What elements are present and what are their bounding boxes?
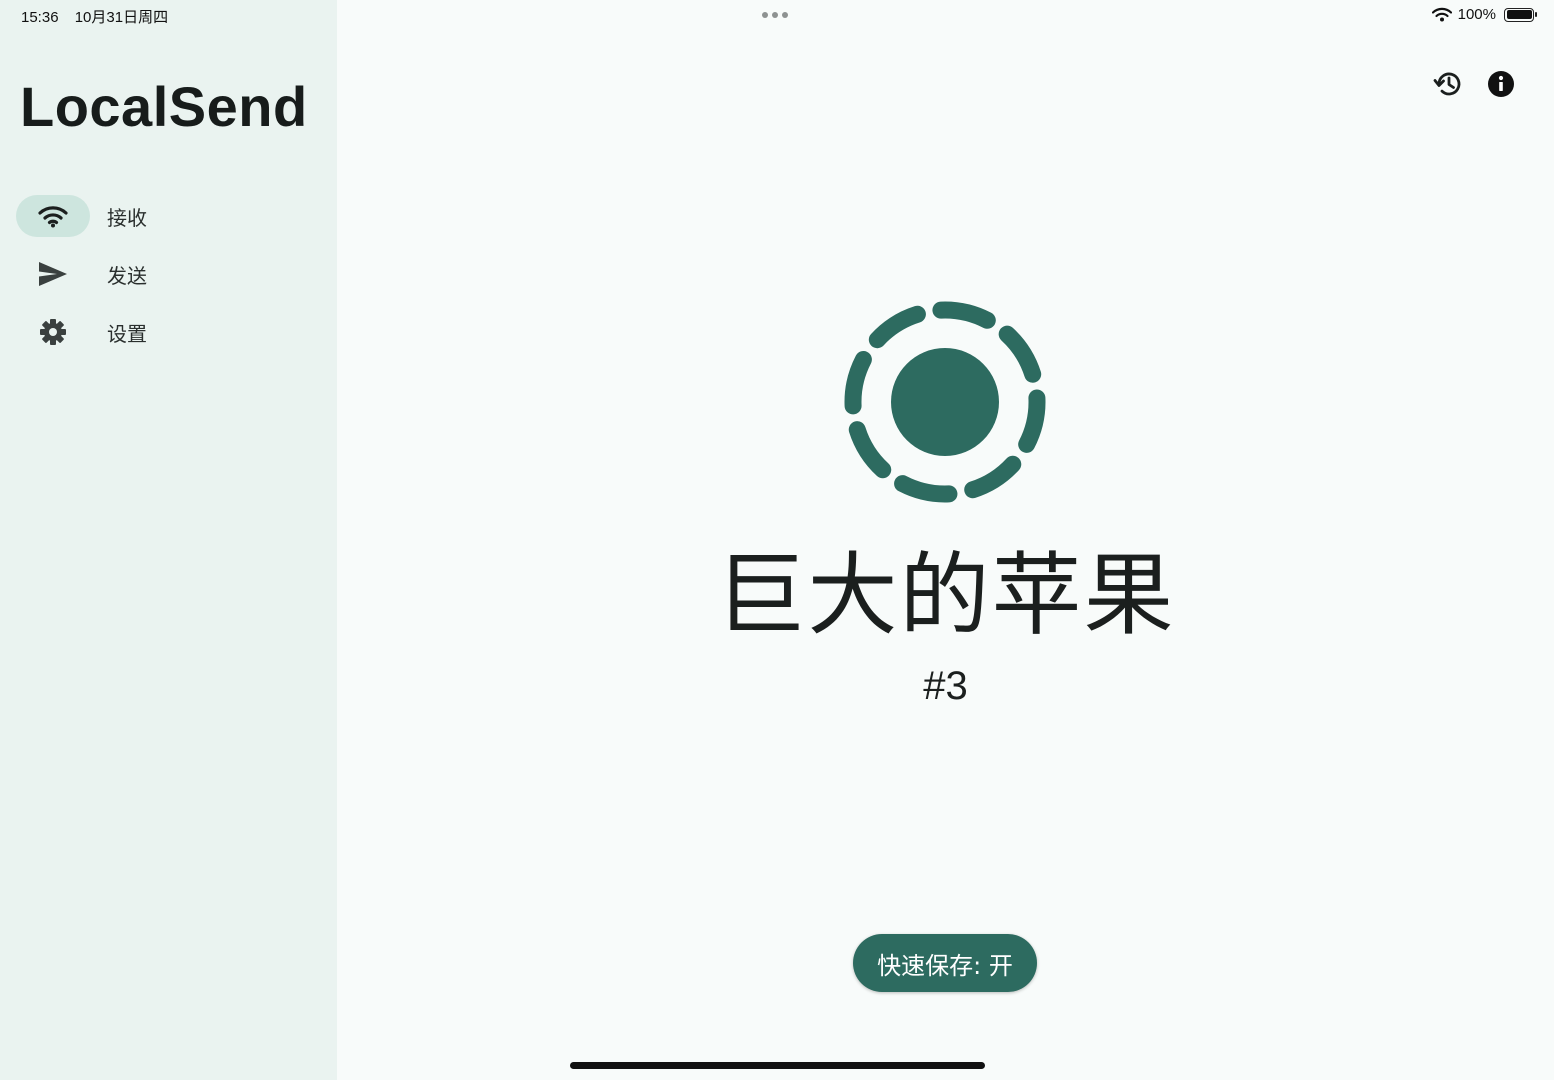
status-bar-right: 100%	[1431, 6, 1537, 23]
wifi-status-icon	[1431, 7, 1452, 22]
app-window: 15:36 10月31日周四 LocalSend 接收 发送 设置 100% 巨…	[0, 0, 1554, 1080]
nav-icon-wrap	[16, 253, 90, 295]
nav-icon-wrap	[16, 311, 90, 353]
history-button[interactable]	[1432, 68, 1464, 100]
main-panel: 100% 巨大的苹果 #3 快速保存: 开	[337, 0, 1554, 1080]
battery-fill	[1506, 10, 1532, 19]
app-title: LocalSend	[20, 75, 308, 138]
sidebar-item-label: 接收	[107, 207, 147, 230]
sidebar: 15:36 10月31日周四 LocalSend 接收 发送 设置	[0, 0, 337, 1080]
sidebar-item-send[interactable]: 发送	[16, 253, 316, 295]
multitasking-dots[interactable]	[762, 12, 788, 18]
nav-icon-wrap	[16, 195, 90, 237]
localsend-logo-icon	[844, 301, 1046, 503]
device-name: 巨大的苹果	[715, 543, 1176, 648]
sidebar-item-label: 发送	[107, 265, 147, 288]
sidebar-item-receive[interactable]: 接收	[16, 195, 316, 237]
battery-percent: 100%	[1457, 6, 1496, 23]
quick-save-button[interactable]: 快速保存: 开	[853, 934, 1037, 992]
battery-icon	[1504, 7, 1537, 22]
gear-icon	[40, 319, 66, 345]
wifi-icon	[38, 206, 68, 228]
status-date: 10月31日周四	[74, 9, 169, 26]
status-bar-left: 15:36 10月31日周四	[21, 6, 180, 27]
info-icon	[1488, 71, 1514, 97]
send-icon	[39, 262, 67, 286]
sidebar-item-settings[interactable]: 设置	[16, 311, 316, 353]
info-button[interactable]	[1485, 68, 1517, 100]
device-id: #3	[923, 664, 968, 708]
home-indicator[interactable]	[570, 1062, 985, 1069]
sidebar-item-label: 设置	[107, 323, 147, 346]
history-icon	[1433, 72, 1461, 96]
status-time: 15:36	[21, 9, 59, 26]
